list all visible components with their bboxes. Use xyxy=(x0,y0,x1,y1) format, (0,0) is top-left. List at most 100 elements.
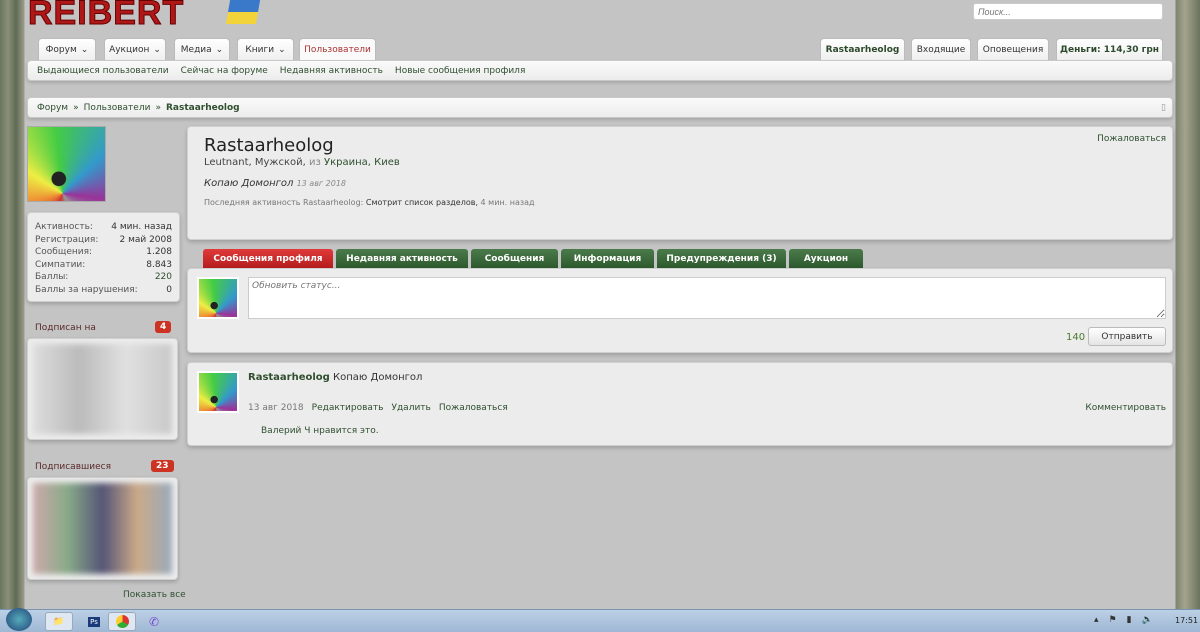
status-text: Копаю Домонгол xyxy=(204,178,294,189)
chrome-taskbar-icon[interactable] xyxy=(108,612,136,631)
nav-tab-media[interactable]: Медиа ⌄ xyxy=(174,38,230,61)
tab-warnings[interactable]: Предупреждения (3) xyxy=(657,249,786,268)
tab-label: Аукцион xyxy=(109,45,150,55)
post-date: 13 авг 2018 xyxy=(248,403,304,413)
clock[interactable]: 17:51 xyxy=(1175,616,1198,625)
stat-row: Сообщения: 1.208 xyxy=(35,246,172,259)
chevron-down-icon: ⌄ xyxy=(215,45,224,55)
taskbar: 📁 Ps ✆ ▴ ⚑ ▮ 🔈 17:51 xyxy=(0,608,1200,632)
profile-post: Rastaarheolog Копаю Домонгол 13 авг 2018… xyxy=(187,362,1173,446)
subnav-recent-activity[interactable]: Недавняя активность xyxy=(280,66,383,76)
tab-auction[interactable]: Аукцион xyxy=(789,249,863,268)
money-tab[interactable]: Деньги: 114,30 грн xyxy=(1056,38,1163,61)
char-counter: 140 xyxy=(1066,332,1086,343)
rank: Leutnant xyxy=(204,157,249,168)
last-activity-time: 4 мин. назад xyxy=(480,198,535,207)
stat-row: Симпатии: 8.843 xyxy=(35,259,172,272)
username: Rastaarheolog xyxy=(825,45,900,55)
stat-label: Активность: xyxy=(35,222,93,232)
post-content: Rastaarheolog Копаю Домонгол xyxy=(248,372,422,383)
stat-value: 4 мин. назад xyxy=(111,222,172,232)
subnav-notable-members[interactable]: Выдающиеся пользователи xyxy=(37,66,169,76)
start-button[interactable] xyxy=(6,608,32,631)
nav-tab-forum[interactable]: Форум ⌄ xyxy=(38,38,96,61)
nav-tab-books[interactable]: Книги ⌄ xyxy=(237,38,294,61)
search-input[interactable] xyxy=(973,3,1163,20)
chevron-down-icon: ⌄ xyxy=(80,45,89,55)
status-input[interactable] xyxy=(248,277,1166,319)
following-count-badge: 4 xyxy=(155,321,172,333)
profile-avatar[interactable] xyxy=(27,126,106,202)
stat-label: Симпатии: xyxy=(35,259,86,270)
followers-heading: Подписавшиеся xyxy=(35,462,111,472)
stat-value[interactable]: 220 xyxy=(155,271,172,284)
breadcrumb: Форум » Пользователи » Rastaarheolog ▯ xyxy=(27,97,1173,118)
likes-summary[interactable]: Валерий Ч нравится это. xyxy=(261,426,379,436)
location-link[interactable]: Украина, Киев xyxy=(324,157,400,168)
show-all-link[interactable]: Показать все xyxy=(123,590,186,600)
money-balance: Деньги: 114,30 грн xyxy=(1060,45,1159,55)
subnav-bar: Выдающиеся пользователи Сейчас на форуме… xyxy=(27,60,1173,81)
nav-tab-auction[interactable]: Аукцион ⌄ xyxy=(104,38,166,61)
tab-label: Входящие xyxy=(916,45,966,55)
breadcrumb-current[interactable]: Rastaarheolog xyxy=(166,103,240,113)
site-logo[interactable]: REIBERT xyxy=(27,0,184,33)
nav-tab-users[interactable]: Пользователи xyxy=(299,38,376,61)
report-link[interactable]: Пожаловаться xyxy=(1097,134,1166,144)
tab-label: Форум xyxy=(45,45,77,55)
tab-label: Пользователи xyxy=(304,45,371,55)
status-composer: 140 Отправить xyxy=(187,268,1173,353)
explorer-taskbar-icon[interactable]: 📁 xyxy=(45,612,73,631)
tab-information[interactable]: Информация xyxy=(561,249,654,268)
post-meta: 13 авг 2018 Редактировать Удалить Пожаловат… xyxy=(248,403,508,413)
stat-label: Баллы: xyxy=(35,272,69,282)
from-label: из xyxy=(308,157,321,168)
breadcrumb-forum[interactable]: Форум xyxy=(37,103,68,113)
stat-row: Баллы: 220 xyxy=(35,271,172,284)
photoshop-taskbar-icon[interactable]: Ps xyxy=(80,612,108,631)
gender: Мужской xyxy=(254,157,303,168)
last-activity-label: Последняя активность Rastaarheolog: xyxy=(204,198,364,207)
network-icon[interactable]: ▮ xyxy=(1127,615,1132,625)
volume-icon[interactable]: 🔈 xyxy=(1142,615,1153,625)
subnav-new-profile-posts[interactable]: Новые сообщения профиля xyxy=(395,66,525,76)
alerts-tab[interactable]: Оповещения xyxy=(977,38,1049,61)
separator: » xyxy=(155,102,161,113)
tab-label: Оповещения xyxy=(982,45,1044,55)
subnav-online-now[interactable]: Сейчас на форуме xyxy=(181,66,268,76)
chevron-down-icon: ⌄ xyxy=(153,45,161,55)
page-icon[interactable]: ▯ xyxy=(1161,103,1166,113)
status-date: 13 авг 2018 xyxy=(296,179,347,188)
tab-recent-activity[interactable]: Недавняя активность xyxy=(336,249,468,268)
flag-tray-icon[interactable]: ⚑ xyxy=(1109,615,1117,625)
stat-row: Активность: 4 мин. назад xyxy=(35,221,172,234)
viber-taskbar-icon[interactable]: ✆ xyxy=(140,612,168,631)
chevron-down-icon: ⌄ xyxy=(278,45,286,55)
last-activity-action[interactable]: Смотрит список разделов, xyxy=(366,198,478,207)
edit-link[interactable]: Редактировать xyxy=(312,403,384,413)
flag-icon xyxy=(225,0,261,24)
stat-value: 2 май 2008 xyxy=(119,234,172,245)
post-avatar[interactable] xyxy=(197,371,239,413)
profile-header: Rastaarheolog Leutnant, Мужской, из Укра… xyxy=(187,126,1173,240)
composer-avatar xyxy=(197,277,239,319)
user-menu-tab[interactable]: Rastaarheolog xyxy=(820,38,905,61)
inbox-tab[interactable]: Входящие xyxy=(911,38,971,61)
tab-label: Книги xyxy=(245,45,275,55)
profile-info: Leutnant, Мужской, из Украина, Киев xyxy=(204,157,400,168)
tray-expand-icon[interactable]: ▴ xyxy=(1094,615,1099,625)
following-avatars[interactable] xyxy=(33,344,172,434)
comment-link[interactable]: Комментировать xyxy=(1085,403,1166,413)
post-author[interactable]: Rastaarheolog xyxy=(248,372,330,383)
tab-profile-posts[interactable]: Сообщения профиля xyxy=(203,249,333,268)
delete-link[interactable]: Удалить xyxy=(391,403,430,413)
report-post-link[interactable]: Пожаловаться xyxy=(439,403,508,413)
breadcrumb-users[interactable]: Пользователи xyxy=(84,103,151,113)
stat-value: 1.208 xyxy=(146,247,172,257)
submit-button[interactable]: Отправить xyxy=(1088,327,1166,346)
followers-avatars[interactable] xyxy=(33,483,172,574)
stat-row: Регистрация: 2 май 2008 xyxy=(35,234,172,247)
tab-posts[interactable]: Сообщения xyxy=(471,249,558,268)
stat-value: 0 xyxy=(166,284,172,295)
stat-label: Баллы за нарушения: xyxy=(35,284,138,295)
